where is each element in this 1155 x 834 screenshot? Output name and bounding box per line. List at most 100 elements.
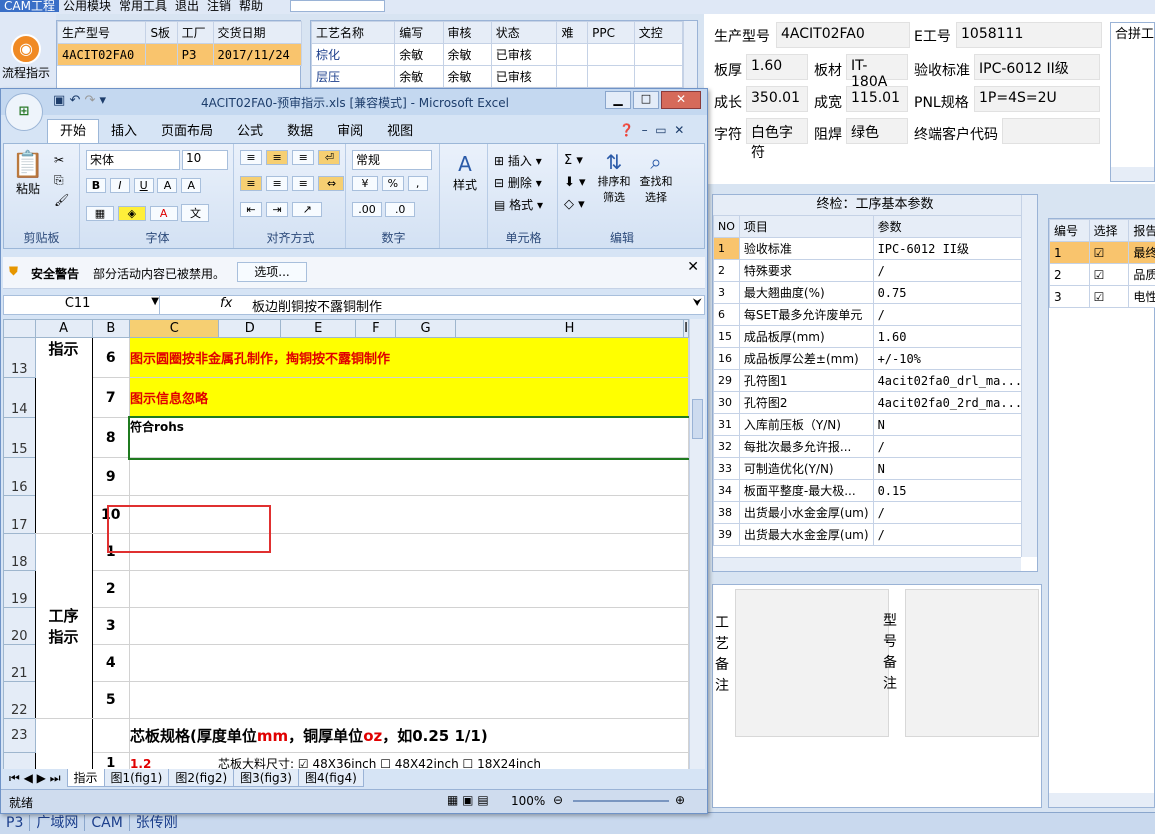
core-size-cell[interactable]: 1.2 芯板大料尺寸: ☑ 48X36inch ☐ 48X42inch ☐ 18X… [129,752,689,769]
params-row[interactable]: 31 入库前压板（Y/N) N [713,413,1028,436]
name-box[interactable]: C11 ▼ [4,296,160,314]
order-header[interactable]: S板 [145,21,178,44]
item-number-cell[interactable]: 7 [91,377,131,418]
params-row[interactable]: 1 验收标准 IPC-6012 II级 [713,237,1028,260]
sheet-tab[interactable]: 图4(fig4) [297,769,364,787]
item-number-cell[interactable]: 8 [91,417,131,458]
column-header[interactable]: I [683,319,689,338]
params-row[interactable]: 6 每SET最多允许废单元 / [713,303,1028,326]
item-number-cell[interactable]: 6 [91,337,131,378]
orientation-icon[interactable]: ↗ [292,202,323,217]
report-row[interactable]: 3 ☑ 电性 [1049,285,1155,308]
process-scrollbar[interactable] [683,21,697,89]
align-middle-icon[interactable]: ≡ [266,150,289,165]
qat-dropdown-icon[interactable]: ▾ [100,93,107,108]
row-header[interactable]: 15 [3,417,36,458]
expand-formula-icon[interactable]: ⮟ [693,296,702,310]
menu-cam[interactable]: CAM工程 [0,0,59,12]
item-number-cell[interactable]: 9 [91,457,131,496]
item-number-cell[interactable]: 4 [91,644,131,682]
report-header[interactable]: 报告 [1128,219,1155,242]
report-header[interactable]: 选择 [1088,219,1130,242]
align-center-icon[interactable]: ≡ [266,176,289,191]
currency-icon[interactable]: ¥ [352,176,378,191]
insert-cells-button[interactable]: ⊞ 插入 ▾ [494,150,543,172]
order-row[interactable]: 4ACIT02FA0 P3 2017/11/24 [56,43,303,66]
char-field[interactable]: 白色字符 [746,118,808,161]
item-number-cell[interactable]: 2 [91,570,131,608]
instruction-cell[interactable]: 图示圆圈按非金属孔制作，掏铜按不露铜制作 [129,337,689,378]
flow-button[interactable]: ◉ 流程指示 [0,34,52,84]
core-spec-header[interactable]: 芯板规格(厚度单位mm，铜厚单位oz，如0.25 1/1) [129,718,689,753]
menu-common[interactable]: 公用模块 [59,0,115,12]
report-scrollbar[interactable] [1049,793,1154,807]
zoom-level[interactable]: 100% [511,794,545,808]
process-header[interactable]: 工艺名称 [310,21,396,44]
clear-icon[interactable]: ◇ ▾ [564,194,586,216]
menu-dropdown[interactable] [290,0,385,12]
fill-color-icon[interactable]: ◈ [117,206,146,221]
instruction-cell[interactable] [129,607,689,645]
params-row[interactable]: 39 出货最大水金金厚(um) / [713,523,1028,546]
align-bottom-icon[interactable]: ≡ [292,150,315,165]
column-header[interactable]: D [218,319,281,338]
column-header[interactable]: G [395,319,456,338]
report-row[interactable]: 2 ☑ 品质 [1049,263,1155,286]
sheet-tab[interactable]: 指示 [66,769,105,787]
sheet-tab[interactable]: 图2(fig2) [168,769,235,787]
column-header[interactable]: B [91,319,131,338]
font-name-select[interactable]: 宋体 [86,150,180,170]
process-row[interactable]: 层压 余敏 余敏 已审核 [310,65,684,88]
row-header[interactable]: 14 [3,377,36,418]
office-button[interactable]: ⊞ [5,93,43,131]
params-row[interactable]: 29 孔符图1 4acit02fa0_drl_ma... [713,369,1028,392]
instruction-cell[interactable] [129,681,689,719]
vscroll-thumb[interactable] [692,399,703,439]
tab-review[interactable]: 审阅 [325,120,375,144]
copy-icon[interactable]: ⎘ [54,170,69,190]
section-process-instructions[interactable]: 工序 指示 [34,533,93,719]
process-header[interactable]: 文控 [633,21,684,44]
order-header[interactable]: 交货日期 [212,21,303,44]
row-header[interactable]: 21 [3,644,36,682]
comma-icon[interactable]: , [407,176,428,191]
normal-view-icon[interactable]: ▦ [447,793,458,807]
align-right-icon[interactable]: ≡ [292,176,315,191]
instruction-cell[interactable]: 符合rohs [127,415,689,460]
row-header[interactable]: 19 [3,570,36,608]
page-layout-view-icon[interactable]: ▣ [462,793,473,807]
ribbon-min-icon[interactable]: – [642,123,648,137]
font-color-icon[interactable]: A [149,206,178,221]
row-header[interactable]: 16 [3,457,36,496]
item-number-cell[interactable]: 5 [91,681,131,719]
column-header[interactable]: H [454,319,685,338]
item-number-cell[interactable]: 1 [91,752,131,769]
row-header[interactable] [3,752,36,769]
instruction-cell[interactable] [129,457,689,496]
process-header[interactable]: 难 [556,21,589,44]
instruction-cell[interactable] [129,570,689,608]
align-top-icon[interactable]: ≡ [240,150,262,165]
size-option-checkbox[interactable]: ☐ [459,757,477,769]
section-instructions[interactable]: 指示 [34,337,93,534]
namebox-dropdown-icon[interactable]: ▼ [151,296,159,307]
len-field[interactable]: 350.01 [746,86,808,112]
zoom-in-icon[interactable]: ⊕ [675,793,685,807]
italic-icon[interactable]: I [109,178,130,193]
process-header[interactable]: PPC [587,21,635,44]
minimize-button[interactable]: ▁ [605,91,631,109]
params-row[interactable]: 3 最大翘曲度(%) 0.75 [713,281,1028,304]
tab-formulas[interactable]: 公式 [225,120,275,144]
row-header[interactable]: 22 [3,681,36,719]
wid-field[interactable]: 115.01 [846,86,908,112]
menu-exit[interactable]: 退出 [171,0,203,12]
menu-logout[interactable]: 注销 [203,0,235,12]
fx-icon[interactable]: fx [220,296,232,311]
sort-filter-button[interactable]: ⇅ 排序和 筛选 [594,150,634,206]
decrease-decimal-icon[interactable]: .0 [385,202,416,217]
sheet-vscrollbar[interactable] [689,319,705,769]
process-header[interactable]: 审核 [442,21,492,44]
bold-icon[interactable]: B [86,178,106,193]
params-row[interactable]: 15 成品板厚(mm) 1.60 [713,325,1028,348]
help-icon[interactable]: ❓ [619,123,634,137]
